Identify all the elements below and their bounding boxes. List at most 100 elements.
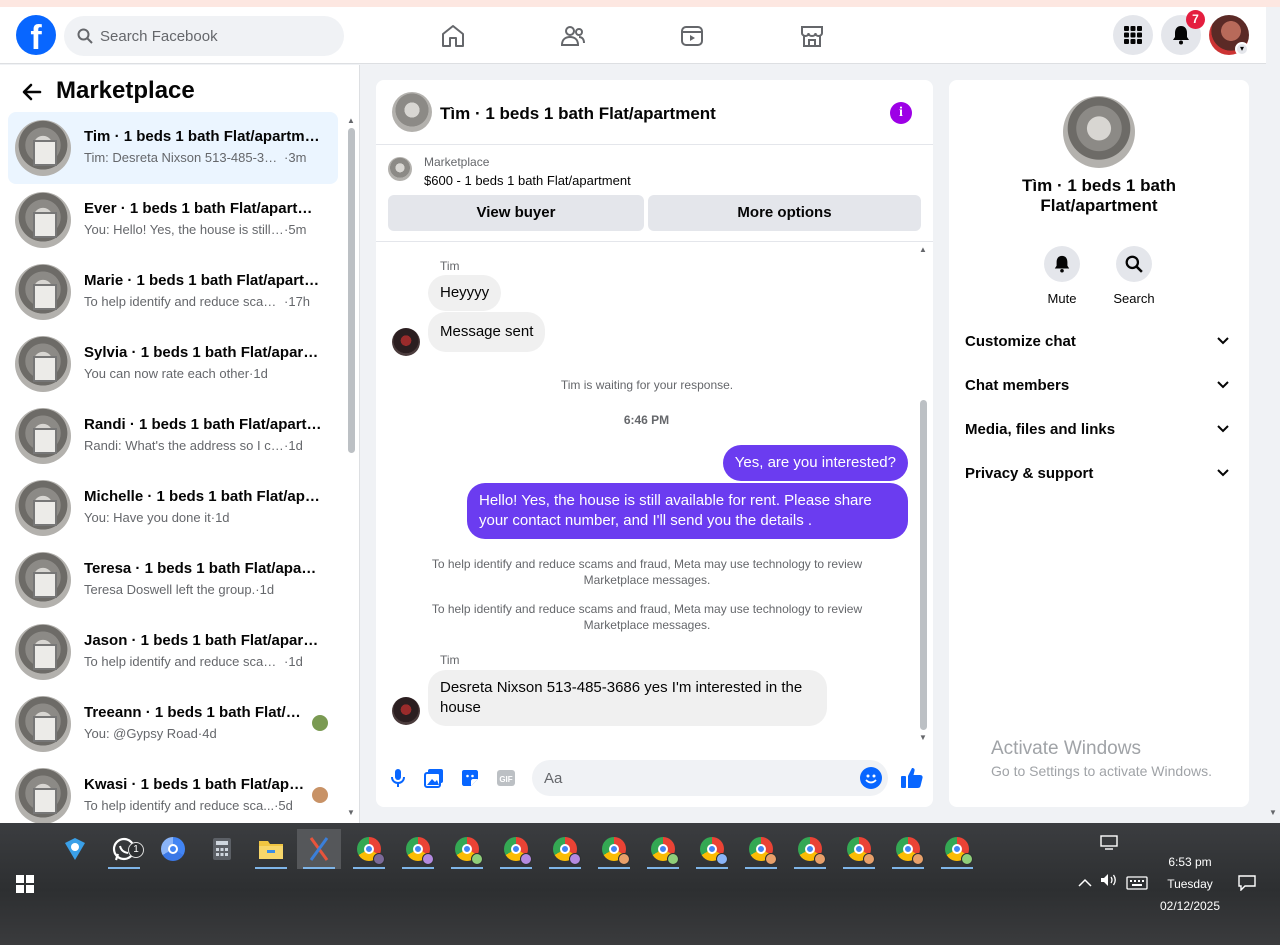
chrome-profile-icon[interactable] [739, 829, 783, 869]
back-arrow-icon[interactable] [20, 80, 44, 104]
chrome-profile-icon[interactable] [543, 829, 587, 869]
windows-start-icon[interactable] [16, 875, 34, 893]
marketplace-icon[interactable] [794, 19, 830, 53]
conversation-preview: You: Hello! Yes, the house is still av..… [84, 222, 307, 237]
listing-price[interactable]: $600 - 1 beds 1 bath Flat/apartment [424, 173, 631, 188]
chrome-profile-icon[interactable] [690, 829, 734, 869]
incoming-message[interactable]: Message sent [428, 312, 546, 352]
info-icon[interactable]: i [890, 102, 912, 124]
outgoing-message[interactable]: Yes, are you interested? [722, 445, 908, 481]
facebook-logo[interactable]: f [16, 15, 56, 55]
chrome-profile-icon[interactable] [886, 829, 930, 869]
menu-grid-icon[interactable] [1113, 15, 1153, 55]
outgoing-message[interactable]: Hello! Yes, the house is still available… [467, 483, 908, 539]
action-center-icon[interactable] [1238, 875, 1256, 894]
view-buyer-button[interactable]: View buyer [388, 195, 644, 231]
search-button[interactable]: Search [1104, 246, 1164, 306]
chrome-profile-icon[interactable] [494, 829, 538, 869]
incoming-message[interactable]: Heyyyy [428, 275, 502, 311]
page-scrollbar[interactable]: ▼ [1266, 7, 1280, 823]
search-icon [1125, 255, 1143, 273]
conversation-item[interactable]: Kwasi · 1 beds 1 bath Flat/apartment To … [8, 760, 338, 823]
thumbs-up-icon[interactable] [900, 766, 924, 790]
chevron-down-icon[interactable]: ▾ [1235, 42, 1249, 56]
listing-thumbnail [15, 552, 71, 608]
chat-window: Tìm · 1 beds 1 bath Flat/apartment i Mar… [376, 80, 933, 807]
mute-button[interactable]: Mute [1032, 246, 1092, 306]
system-clock[interactable]: 6:53 pm Tuesday 02/12/2025 [1148, 851, 1232, 917]
conversation-item[interactable]: Jason · 1 beds 1 bath Flat/apartment To … [8, 616, 338, 688]
message-input-box[interactable] [532, 760, 888, 796]
activation-watermark-title: Activate Windows [991, 738, 1141, 759]
conversation-item[interactable]: Michelle · 1 beds 1 bath Flat/apartment … [8, 472, 338, 544]
sender-avatar[interactable] [392, 328, 420, 356]
file-explorer-icon[interactable] [249, 829, 293, 869]
friends-icon[interactable] [555, 19, 591, 53]
message-input[interactable] [544, 760, 844, 796]
conversation-preview: To help identify and reduce sca... · 5d [84, 798, 293, 813]
section-label: Privacy & support [965, 465, 1094, 482]
app-snip-icon[interactable] [297, 829, 341, 869]
chrome-profile-icon[interactable] [396, 829, 440, 869]
chrome-profile-icon[interactable] [641, 829, 685, 869]
media-files-row[interactable]: Media, files and links [965, 412, 1233, 448]
listing-thumbnail [15, 264, 71, 320]
conversation-item[interactable]: Tim · 1 beds 1 bath Flat/apartment Tim: … [8, 112, 338, 184]
chrome-profile-icon[interactable] [837, 829, 881, 869]
calculator-icon[interactable] [200, 829, 244, 869]
listing-thumbnail[interactable] [1063, 96, 1135, 168]
conversation-preview: You: @Gypsy Road · 4d [84, 726, 217, 741]
chat-members-row[interactable]: Chat members [965, 368, 1233, 404]
chrome-profile-icon[interactable] [445, 829, 489, 869]
conversation-item[interactable]: Marie · 1 beds 1 bath Flat/apartment To … [8, 256, 338, 328]
home-icon[interactable] [435, 19, 471, 53]
conversation-name: Sylvia · 1 beds 1 bath Flat/apartment [84, 344, 322, 361]
customize-chat-row[interactable]: Customize chat [965, 324, 1233, 360]
activation-watermark-subtitle: Go to Settings to activate Windows. [991, 763, 1212, 779]
chrome-profile-icon[interactable] [347, 829, 391, 869]
sender-name: Tim [440, 259, 460, 273]
incoming-message[interactable]: Desreta Nixson 513-485-3686 yes I'm inte… [428, 670, 827, 726]
conversation-item[interactable]: Treeann · 1 beds 1 bath Flat/apartment Y… [8, 688, 338, 760]
app-shield-icon[interactable] [53, 829, 97, 869]
conversation-item[interactable]: Ever · 1 beds 1 bath Flat/apartment You:… [8, 184, 338, 256]
sender-name: Tim [440, 653, 460, 667]
chrome-profile-icon[interactable] [788, 829, 832, 869]
gif-icon[interactable]: GIF [494, 767, 518, 789]
chat-title[interactable]: Tìm · 1 beds 1 bath Flat/apartment [440, 104, 716, 124]
chevron-down-icon [1217, 337, 1229, 345]
more-options-button[interactable]: More options [648, 195, 921, 231]
volume-icon[interactable] [1100, 873, 1118, 890]
conversation-item[interactable]: Randi · 1 beds 1 bath Flat/apartment Ran… [8, 400, 338, 472]
bell-icon [1054, 255, 1070, 273]
network-icon[interactable] [1100, 835, 1118, 854]
clock-time: 6:53 pm [1168, 855, 1212, 869]
chrome-profile-icon[interactable] [592, 829, 636, 869]
conversation-name: Randi · 1 beds 1 bath Flat/apartment [84, 416, 322, 433]
chat-scrollbar[interactable]: ▲ ▼ [917, 245, 929, 745]
windows-taskbar: 1 6:53 pm Tuesday 02/12/2025 [0, 823, 1280, 945]
conversation-item[interactable]: Teresa · 1 beds 1 bath Flat/apartment Te… [8, 544, 338, 616]
sidebar-scrollbar[interactable]: ▲ ▼ [345, 116, 357, 820]
microphone-icon[interactable] [386, 767, 410, 789]
page-title: Marketplace [56, 77, 195, 104]
listing-thumbnail [15, 624, 71, 680]
search-box[interactable] [64, 16, 344, 56]
search-input[interactable] [100, 16, 330, 56]
conversation-item[interactable]: Sylvia · 1 beds 1 bath Flat/apartment Yo… [8, 328, 338, 400]
chat-thumbnail[interactable] [392, 92, 432, 132]
sticker-icon[interactable] [458, 767, 482, 789]
mute-label: Mute [1047, 291, 1077, 306]
emoji-icon[interactable] [860, 767, 882, 789]
privacy-support-row[interactable]: Privacy & support [965, 456, 1233, 492]
details-title: Tìm · 1 beds 1 bath Flat/apartment [1022, 176, 1176, 215]
listing-thumbnail [15, 336, 71, 392]
photo-icon[interactable] [422, 767, 446, 789]
chevron-up-icon[interactable] [1078, 875, 1092, 891]
sender-avatar[interactable] [392, 697, 420, 725]
video-icon[interactable] [674, 19, 710, 53]
message-timestamp: 6:46 PM [623, 413, 670, 427]
app-chrome-blue-icon[interactable] [151, 829, 195, 869]
chrome-profile-icon[interactable] [935, 829, 979, 869]
keyboard-icon[interactable] [1126, 876, 1148, 893]
